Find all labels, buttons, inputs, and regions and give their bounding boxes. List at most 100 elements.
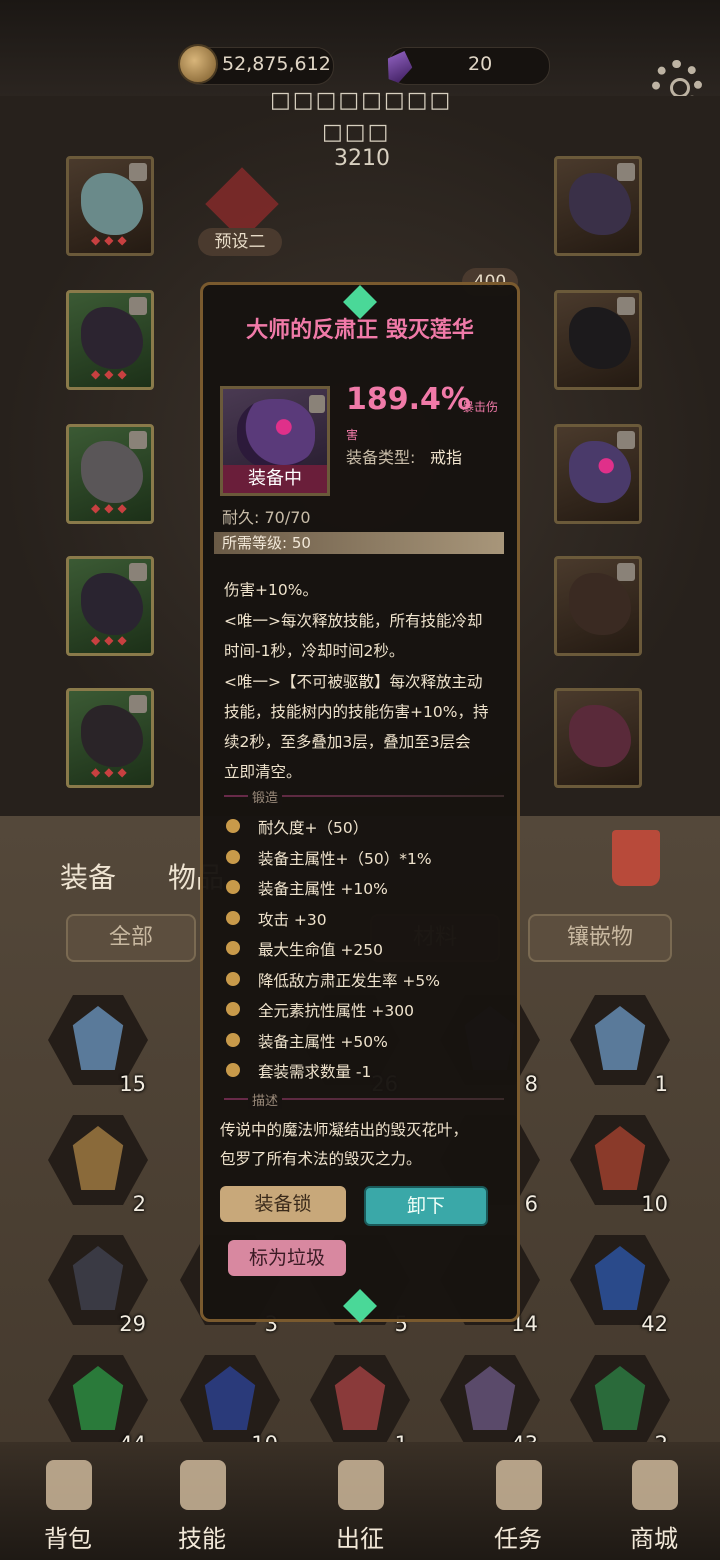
equip-slot-weapon[interactable] — [554, 556, 642, 656]
forge-stat: 套装需求数量 -1 — [225, 1060, 371, 1082]
forge-header: 锻造 — [248, 787, 283, 806]
top-bar — [0, 0, 720, 96]
ring-icon — [237, 399, 315, 469]
rune-dots: ◆◆◆ — [91, 765, 131, 779]
bag-item[interactable]: 43 — [440, 1350, 540, 1456]
main-stat-name-part1: 暴击伤 — [462, 400, 499, 414]
description-line: 包罗了所有术法的毁灭之力。 — [220, 1150, 422, 1168]
nav-tasks[interactable]: 任务 — [458, 1442, 578, 1560]
necklace-icon — [569, 173, 631, 235]
nav-skills[interactable]: 技能 — [142, 1442, 262, 1560]
bag-item[interactable]: 2 — [570, 1350, 670, 1456]
tab-equipment[interactable]: 装备 — [60, 856, 116, 896]
effect-line: 续2秒，至多叠加3层，叠加至3层会 — [224, 733, 471, 751]
flower-icon — [569, 705, 631, 767]
effect-line: <唯一>每次释放技能，所有技能冷却 — [224, 612, 483, 630]
lock-icon — [129, 695, 147, 713]
nav-label: 出征 — [336, 1525, 384, 1553]
armor-icon — [81, 307, 143, 369]
equip-slot-armor[interactable]: ◆◆◆ — [66, 290, 154, 390]
bag-item[interactable]: 10 — [570, 1110, 670, 1216]
description-header: 描述 — [248, 1090, 283, 1109]
durability: 耐久: 70/70 — [222, 508, 311, 527]
pants-icon — [81, 573, 143, 635]
item-type-label: 装备类型: — [346, 448, 416, 467]
bow-icon — [569, 573, 631, 635]
filter-all[interactable]: 全部 — [66, 914, 196, 962]
item-detail-popup: 大师的反肃正 毁灭莲华 装备中 189.4% 暴击伤 害 装备类型: 戒指 耐久… — [200, 282, 520, 1323]
forge-stat: 降低敌方肃正发生率 +5% — [225, 969, 440, 991]
required-level: 所需等级: 50 — [214, 532, 504, 554]
shop-icon — [632, 1460, 678, 1510]
lock-icon — [617, 297, 635, 315]
lock-icon — [129, 163, 147, 181]
description-line: 传说中的魔法师凝结出的毁灭花叶， — [220, 1121, 469, 1139]
nav-label: 商城 — [630, 1525, 678, 1553]
nav-label: 技能 — [178, 1525, 226, 1553]
lock-icon — [129, 297, 147, 315]
forge-stat: 装备主属性 +50% — [226, 1030, 388, 1052]
bag-item[interactable]: 44 — [48, 1350, 148, 1456]
nav-label: 背包 — [44, 1525, 92, 1553]
nav-expedition[interactable]: 出征 — [300, 1442, 420, 1560]
scroll-icon — [496, 1460, 542, 1510]
equipped-badge: 装备中 — [223, 465, 327, 493]
lock-icon — [129, 431, 147, 449]
equip-slot-gloves[interactable]: ◆◆◆ — [66, 424, 154, 524]
item-type-value: 戒指 — [430, 448, 463, 467]
effect-line: 时间-1秒，冷却时间2秒。 — [224, 642, 405, 660]
nav-bag[interactable]: 背包 — [8, 1442, 128, 1560]
item-count: 15 — [119, 1072, 146, 1096]
gem-amount: 20 — [468, 53, 493, 75]
lock-icon — [129, 563, 147, 581]
equip-slot-ring[interactable] — [554, 424, 642, 524]
lock-icon — [309, 395, 325, 413]
lock-icon — [617, 563, 635, 581]
trash-icon[interactable] — [612, 830, 660, 886]
item-count: 8 — [524, 1072, 538, 1096]
bag-item[interactable]: 42 — [570, 1230, 670, 1336]
bag-item[interactable]: 10 — [180, 1350, 280, 1456]
rune-dots: ◆◆◆ — [91, 633, 131, 647]
filter-inlay[interactable]: 镶嵌物 — [528, 914, 672, 962]
effect-line: 伤害+10%。 — [224, 581, 318, 599]
lock-icon — [617, 163, 635, 181]
helmet-icon — [81, 173, 143, 235]
equipment-lock-button[interactable]: 装备锁 — [220, 1186, 346, 1222]
skill-book-icon — [180, 1460, 226, 1510]
power-score: 3210 — [334, 146, 390, 171]
forge-stat: 最大生命值 +250 — [226, 938, 383, 960]
bag-item[interactable]: 29 — [48, 1230, 148, 1336]
bag-item[interactable]: 2 — [48, 1110, 148, 1216]
item-count: 6 — [524, 1192, 538, 1216]
rune-dots: ◆◆◆ — [91, 501, 131, 515]
nav-label: 任务 — [494, 1525, 542, 1553]
rune-dots: ◆◆◆ — [91, 367, 131, 381]
bag-item[interactable]: 1 — [310, 1350, 410, 1456]
mark-as-junk-button[interactable]: 标为垃圾 — [228, 1240, 346, 1276]
equip-slot-boots[interactable]: ◆◆◆ — [66, 688, 154, 788]
nav-shop[interactable]: 商城 — [594, 1442, 714, 1560]
equip-slot-helmet[interactable]: ◆◆◆ — [66, 156, 154, 256]
item-name: 大师的反肃正 毁灭莲华 — [246, 318, 474, 343]
forge-stat: 攻击 +30 — [226, 908, 327, 930]
map-icon — [338, 1460, 384, 1510]
effect-line: 立即清空。 — [224, 763, 302, 781]
effect-line: 技能，技能树内的技能伤害+10%，持 — [224, 703, 489, 721]
equip-slot-pants[interactable]: ◆◆◆ — [66, 556, 154, 656]
forge-stat: 全元素抗性属性 +300 — [226, 999, 414, 1021]
unequip-button[interactable]: 卸下 — [364, 1186, 488, 1226]
equip-slot-offhand[interactable] — [554, 688, 642, 788]
ring-icon — [569, 441, 631, 503]
bracelet-icon — [569, 307, 631, 369]
preset-button[interactable]: 预设二 — [198, 228, 282, 256]
effect-line: <唯一>【不可被驱散】每次释放主动 — [224, 673, 483, 691]
equip-slot-necklace[interactable] — [554, 156, 642, 256]
main-stat-name-part2: 害 — [346, 428, 359, 442]
bag-icon — [46, 1460, 92, 1510]
gold-amount: 52,875,612 — [222, 53, 331, 75]
bag-item[interactable]: 1 — [570, 990, 670, 1096]
equip-slot-bracelet[interactable] — [554, 290, 642, 390]
forge-stat: 装备主属性 +10% — [226, 877, 388, 899]
bag-item[interactable]: 15 — [48, 990, 148, 1096]
